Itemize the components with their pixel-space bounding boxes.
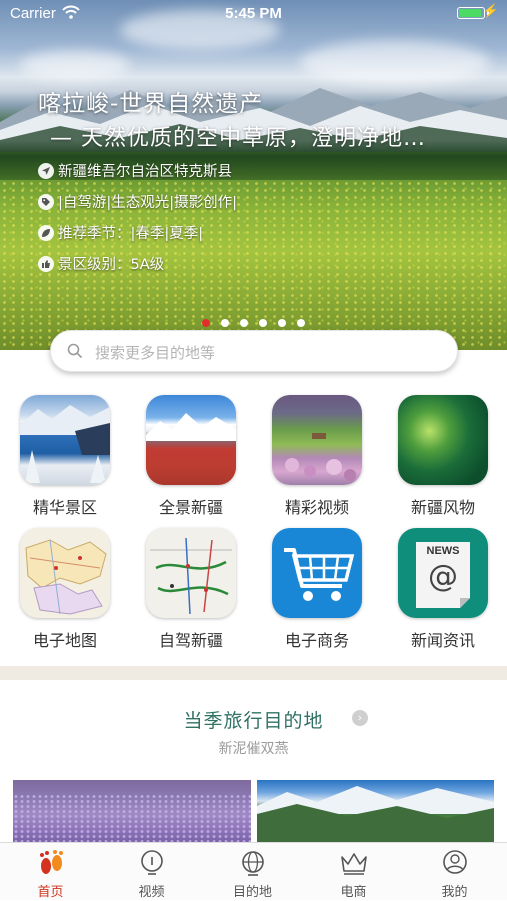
tab-label: 首页 <box>37 885 64 900</box>
grid-item-products[interactable]: 新疆风物 <box>388 395 498 518</box>
carousel-dot-active[interactable] <box>202 319 210 327</box>
status-bar: Carrier 5:45 PM ⚡ <box>0 0 507 28</box>
grid-label: 新疆风物 <box>410 498 475 517</box>
hero-subtitle: — 天然优质的空中草原，澄明净地… <box>50 126 426 151</box>
search-icon <box>67 343 83 359</box>
info-tags: |自驾游|生态观光|摄影创作| <box>38 191 237 213</box>
tab-destination[interactable]: 目的地 <box>202 843 303 901</box>
destination-card-lavender[interactable] <box>13 780 251 842</box>
tab-mine[interactable]: 我的 <box>404 843 505 901</box>
info-level: 景区级别：5A级 <box>38 253 164 275</box>
carousel-indicator[interactable] <box>202 312 316 327</box>
carousel-dot[interactable] <box>240 319 248 327</box>
map-icon <box>20 528 110 618</box>
info-location-text: 新疆维吾尔自治区特克斯县 <box>58 164 232 180</box>
lightbulb-icon <box>141 850 163 875</box>
chevron-right-icon[interactable]: › <box>352 710 368 726</box>
tab-home[interactable]: 首页 <box>0 843 101 901</box>
svg-text:@: @ <box>428 559 458 594</box>
grid-label: 电子商务 <box>284 631 349 650</box>
thumb-up-icon <box>38 256 54 272</box>
location-icon <box>38 163 54 179</box>
tag-icon <box>38 194 54 210</box>
hero-banner[interactable]: 喀拉峻-世界自然遗产 — 天然优质的空中草原，澄明净地… 新疆维吾尔自治区特克斯… <box>0 0 507 350</box>
destination-card-mountains[interactable] <box>257 780 494 842</box>
grid-item-map[interactable]: 电子地图 <box>10 528 120 651</box>
news-badge-text: NEWS <box>426 545 460 557</box>
hero-title: 喀拉峻-世界自然遗产 <box>38 91 264 117</box>
clock: 5:45 PM <box>225 5 282 22</box>
info-location: 新疆维吾尔自治区特克斯县 <box>38 160 232 182</box>
shopping-cart-icon <box>272 528 362 618</box>
carousel-dot[interactable] <box>278 319 286 327</box>
bottom-tab-bar: 首页 视频 目的地 电商 我的 <box>0 842 507 900</box>
products-photo <box>398 395 488 485</box>
section-divider <box>0 666 507 680</box>
grid-item-video[interactable]: 精彩视频 <box>262 395 372 518</box>
tab-label: 目的地 <box>232 885 272 900</box>
panorama-photo <box>146 395 236 485</box>
video-photo <box>272 395 362 485</box>
grid-item-scenic[interactable]: 精华景区 <box>10 395 120 518</box>
tab-ecommerce[interactable]: 电商 <box>303 843 404 901</box>
news-icon: @ NEWS <box>398 528 488 618</box>
home-footprint-icon <box>40 850 63 874</box>
grid-label: 精华景区 <box>32 498 97 517</box>
scenic-photo <box>20 395 110 485</box>
globe-icon <box>242 851 264 876</box>
grid-item-panorama[interactable]: 全景新疆 <box>136 395 246 518</box>
grid-label: 新闻资讯 <box>410 631 475 650</box>
carousel-dot[interactable] <box>259 319 267 327</box>
info-season: 推荐季节：|春季|夏季| <box>38 222 203 244</box>
search-bar[interactable] <box>50 330 458 372</box>
info-season-text: 推荐季节：|春季|夏季| <box>58 226 204 242</box>
crown-icon <box>341 853 367 875</box>
carousel-dot[interactable] <box>297 319 305 327</box>
leaf-icon <box>38 225 54 241</box>
tab-label: 电商 <box>340 885 367 900</box>
route-map-icon <box>146 528 236 618</box>
tab-label: 视频 <box>138 885 165 900</box>
user-icon <box>443 850 467 874</box>
grid-item-news[interactable]: @ NEWS 新闻资讯 <box>388 528 498 651</box>
charging-icon: ⚡ <box>482 3 499 18</box>
section-subtitle: 新泥催双燕 <box>218 741 289 757</box>
battery-icon <box>457 7 489 19</box>
carousel-dot[interactable] <box>221 319 229 327</box>
tab-video[interactable]: 视频 <box>101 843 202 901</box>
tab-label: 我的 <box>441 885 468 900</box>
grid-item-shop[interactable]: 电子商务 <box>262 528 372 651</box>
grid-label: 自驾新疆 <box>158 631 223 650</box>
info-tags-text: |自驾游|生态观光|摄影创作| <box>58 195 238 211</box>
grid-label: 电子地图 <box>32 631 97 650</box>
section-title[interactable]: 当季旅行目的地 <box>0 706 507 733</box>
info-level-text: 景区级别：5A级 <box>58 257 165 273</box>
grid-label: 全景新疆 <box>158 498 223 517</box>
grid-item-drive[interactable]: 自驾新疆 <box>136 528 246 651</box>
search-input[interactable] <box>93 340 437 366</box>
grid-label: 精彩视频 <box>284 498 349 517</box>
